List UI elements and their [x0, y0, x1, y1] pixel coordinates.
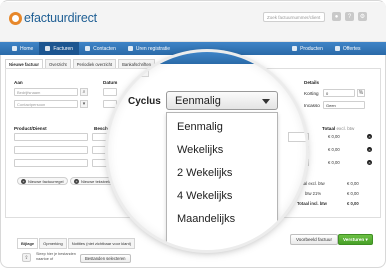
cyclus-option-maandelijks[interactable]: Maandelijks [177, 213, 235, 225]
home-icon [12, 46, 17, 51]
app-window: efactuurdirect Zoek factuurnummer/client… [0, 2, 386, 268]
delete-row-icon[interactable]: × [367, 147, 372, 152]
btw-label: btw 21% [305, 191, 322, 196]
due-date-field[interactable] [103, 100, 117, 108]
product-column-header: Product/Dienst [14, 126, 47, 131]
logo-text: efactuurdirect [24, 11, 97, 25]
app-header: efactuurdirect Zoek factuurnummer/client… [0, 2, 386, 42]
cyclus-option-eenmalig[interactable]: Eenmalig [177, 121, 223, 133]
cyclus-option-wekelijks[interactable]: Wekelijks [177, 144, 223, 156]
cyclus-select[interactable]: Eenmalig [166, 91, 278, 110]
nav-item-home[interactable]: Home [6, 42, 39, 55]
total-column-title: Totaal [322, 126, 336, 131]
btw-value: € 0,00 [347, 191, 359, 196]
total-column-sub: excl. btw [336, 126, 355, 131]
discount-field[interactable]: 0 [323, 89, 355, 97]
browser-frame: efactuurdirect Zoek factuurnummer/client… [0, 0, 386, 268]
contact-field[interactable]: Contactpersoon [14, 100, 78, 108]
incasso-label: Incasso [304, 103, 320, 108]
nav-item-facturen[interactable]: Facturen [39, 42, 80, 55]
magnified-tab[interactable]: Overzicht [114, 67, 150, 77]
magnified-nav-bar: Producten [108, 52, 306, 64]
product-field[interactable] [14, 159, 88, 167]
description-field[interactable] [92, 133, 110, 141]
date-field[interactable] [103, 88, 117, 96]
nav-label: Offertes [342, 45, 361, 52]
incasso-select[interactable]: Geen [323, 101, 365, 109]
tab-notities[interactable]: Notities (niet zichtbaar voor klant) [67, 238, 136, 249]
nav-label: Producten [300, 45, 323, 52]
aan-label: Aan [14, 80, 23, 85]
user-icon[interactable]: ● [332, 12, 341, 21]
discount-unit: % [357, 89, 365, 97]
cyclus-label: Cyclus [128, 96, 161, 107]
plus-icon: + [74, 178, 79, 184]
button-label: Nieuwe tekstveld [81, 178, 112, 184]
screenshot-stage: efactuurdirect Zoek factuurnummer/client… [0, 0, 386, 268]
row-total: € 0,00 [328, 134, 340, 139]
clock-icon [127, 46, 133, 51]
send-label: Versturen [343, 237, 365, 242]
nav-item-offertes[interactable]: Offertes [329, 42, 367, 55]
cyclus-selected-value: Eenmalig [175, 94, 221, 107]
cyclus-option-2-wekelijks[interactable]: 2 Wekelijks [177, 167, 232, 179]
chevron-down-icon [262, 99, 270, 104]
delete-row-icon[interactable]: × [367, 160, 372, 165]
search-input[interactable]: Zoek factuurnummer/client [263, 12, 325, 22]
new-text-field-button[interactable]: + Nieuwe tekstveld [70, 177, 116, 185]
products-icon [292, 46, 298, 51]
new-invoice-line-button[interactable]: + Nieuwe factuurregel [17, 177, 68, 185]
nav-label: Facturen [53, 45, 74, 52]
row-total: € 0,00 [328, 160, 340, 165]
button-label: Nieuwe factuurregel [28, 178, 64, 184]
help-icon[interactable]: ? [345, 12, 354, 21]
grand-total-value: € 0,00 [347, 201, 359, 206]
details-label: Details [304, 80, 320, 85]
settings-icon[interactable]: ⚙ [358, 12, 367, 21]
plus-icon: + [21, 178, 26, 184]
attach-hint: Sleep hier je bestanden naartoe of [36, 252, 76, 261]
quotes-icon [334, 46, 340, 51]
select-files-button[interactable]: Bestanden selecteren [80, 254, 131, 263]
invoice-icon [45, 46, 51, 51]
total-column-header: Totaal excl. btw [322, 126, 354, 131]
upload-icon: ⇪ [22, 253, 31, 262]
magnified-field[interactable] [288, 132, 306, 142]
header-icons: ● ? ⚙ [332, 12, 367, 21]
tab-opmerking[interactable]: Opmerking [39, 238, 67, 249]
magnifier-lens: Producten Overzicht Cyclus Eenmalig Eenm… [108, 52, 306, 250]
bottom-tabs: Bijlage Opmerking Notities (niet zichtba… [17, 238, 136, 249]
nav-label: Uren registratie [135, 45, 171, 52]
logo[interactable]: efactuurdirect [9, 10, 97, 26]
select-contact-button[interactable]: ▾ [80, 100, 88, 108]
magnified-nav-label: Producten [258, 54, 286, 60]
product-field[interactable] [14, 146, 88, 154]
send-button[interactable]: Versturen ▾ [338, 234, 373, 245]
contacts-icon [85, 46, 91, 51]
description-field[interactable] [92, 159, 110, 167]
search-company-button[interactable]: ⌕ [80, 88, 88, 96]
korting-label: Korting [304, 91, 319, 96]
nav-label: Contacten [93, 45, 116, 52]
product-field[interactable] [14, 133, 88, 141]
datum-label: Datum [103, 80, 118, 85]
cyclus-dropdown: Eenmalig Wekelijks 2 Wekelijks 4 Wekelij… [166, 112, 278, 250]
preview-invoice-button[interactable]: Voorbeeld factuur [290, 234, 339, 245]
delete-row-icon[interactable]: × [367, 134, 372, 139]
nav-label: Home [20, 45, 34, 52]
tab-bijlage[interactable]: Bijlage [17, 238, 39, 249]
row-total: € 0,00 [328, 147, 340, 152]
subtotal-value: € 0,00 [347, 181, 359, 186]
cyclus-option-4-wekelijks[interactable]: 4 Wekelijks [177, 190, 232, 202]
logo-mark-icon [9, 11, 22, 25]
company-field[interactable]: Bedrijfsnaam [14, 88, 78, 96]
grand-total-label: Totaal incl. btw [297, 201, 327, 206]
